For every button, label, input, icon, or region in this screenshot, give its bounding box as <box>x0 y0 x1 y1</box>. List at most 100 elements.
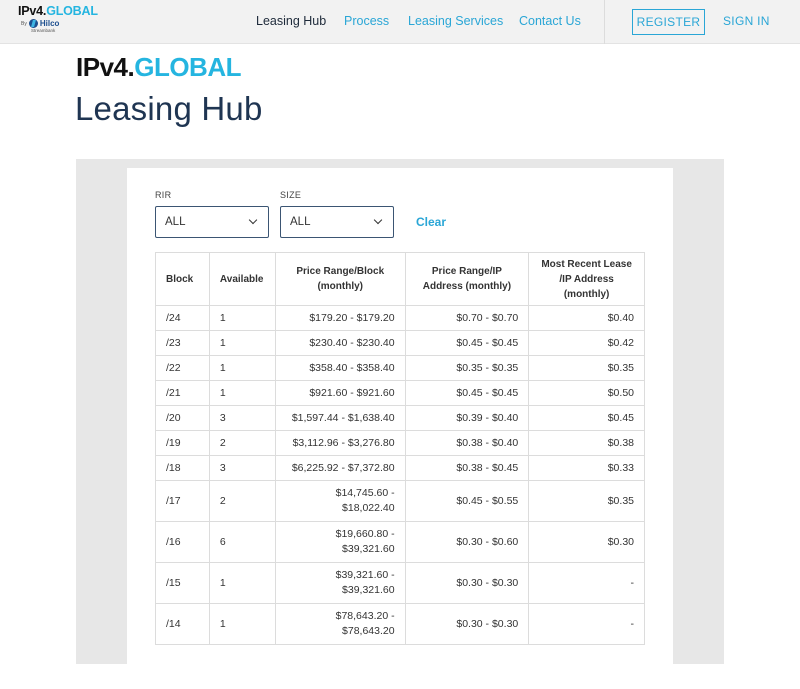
cell-price-range-block: $39,321.60 - $39,321.60 <box>274 562 406 604</box>
table-row[interactable]: /17 2 $14,745.60 - $18,022.40 $0.45 - $0.55 $… <box>155 480 645 522</box>
rir-select-value: ALL <box>165 216 186 228</box>
cell-most-recent-lease: - <box>528 603 645 645</box>
size-select-value: ALL <box>290 216 311 228</box>
cell-price-range-block: $6,225.92 - $7,372.80 <box>274 455 406 481</box>
table-row[interactable]: /20 3 $1,597.44 - $1,638.40 $0.39 - $0.40 $0… <box>155 405 645 431</box>
cell-most-recent-lease: $0.42 <box>528 330 645 356</box>
cell-block: /20 <box>155 405 210 431</box>
clear-filters-link[interactable]: Clear <box>416 215 446 229</box>
price-range-line: $1,597.44 - $1,638.40 <box>291 412 395 424</box>
logo-streambank-text: Streambank <box>31 28 56 33</box>
cell-price-range-ip: $0.30 - $0.60 <box>404 521 530 563</box>
cell-price-range-block: $358.40 - $358.40 <box>274 355 406 381</box>
cell-most-recent-lease: $0.33 <box>528 455 645 481</box>
cell-price-range-block: $1,597.44 - $1,638.40 <box>274 405 406 431</box>
page-title: Leasing Hub <box>75 90 263 127</box>
cell-available: 3 <box>208 405 276 431</box>
cell-available: 1 <box>208 355 276 381</box>
cell-price-range-ip: $0.30 - $0.30 <box>404 603 530 645</box>
price-range-line: $39,321.60 <box>342 584 395 596</box>
column-header-price-range-block[interactable]: Price Range/Block (monthly) <box>274 252 406 306</box>
cell-available: 1 <box>208 380 276 406</box>
brand-title-global: GLOBAL <box>134 52 241 82</box>
cell-price-range-ip: $0.30 - $0.30 <box>404 562 530 604</box>
column-header-price-range-ip[interactable]: Price Range/IP Address (monthly) <box>404 252 530 306</box>
cell-price-range-ip: $0.39 - $0.40 <box>404 405 530 431</box>
cell-price-range-ip: $0.38 - $0.40 <box>404 430 530 456</box>
cell-most-recent-lease: $0.30 <box>528 521 645 563</box>
price-range-line: $19,660.80 - <box>335 528 395 540</box>
column-header-most-recent-lease[interactable]: Most Recent Lease /IP Address (monthly) <box>528 252 645 306</box>
cell-price-range-block: $921.60 - $921.60 <box>274 380 406 406</box>
size-select[interactable]: ALL <box>280 206 394 238</box>
sign-in-link[interactable]: SIGN IN <box>723 14 770 28</box>
column-header-block[interactable]: Block <box>155 252 210 306</box>
price-range-line: $921.60 - $921.60 <box>309 387 395 399</box>
cell-most-recent-lease: $0.38 <box>528 430 645 456</box>
top-navbar: IPv4.GLOBAL By Hilco Streambank Leasing … <box>0 0 800 44</box>
brand-title: IPv4.GLOBAL <box>76 52 241 83</box>
size-filter-label: SIZE <box>280 190 302 200</box>
nav-divider <box>604 0 605 44</box>
cell-block: /23 <box>155 330 210 356</box>
table-row[interactable]: /23 1 $230.40 - $230.40 $0.45 - $0.45 $0.42 <box>155 330 645 356</box>
table-row[interactable]: /15 1 $39,321.60 - $39,321.60 $0.30 - $0.30- <box>155 562 645 604</box>
cell-most-recent-lease: - <box>528 562 645 604</box>
cell-price-range-block: $230.40 - $230.40 <box>274 330 406 356</box>
cell-available: 3 <box>208 455 276 481</box>
table-row[interactable]: /22 1 $358.40 - $358.40 $0.35 - $0.35 $0.35 <box>155 355 645 381</box>
nav-link-leasing-services[interactable]: Leasing Services <box>408 14 503 28</box>
table-body: /24 1 $179.20 - $179.20 $0.70 - $0.70 $0.40/… <box>155 305 645 645</box>
price-range-line: $78,643.20 <box>342 625 395 637</box>
table-row[interactable]: /18 3 $6,225.92 - $7,372.80 $0.38 - $0.45 $0… <box>155 455 645 481</box>
table-row[interactable]: /16 6 $19,660.80 - $39,321.60 $0.30 - $0.60 $… <box>155 521 645 563</box>
price-range-line: $39,321.60 - <box>335 569 395 581</box>
logo-wordmark: IPv4.GLOBAL <box>18 4 104 18</box>
cell-price-range-ip: $0.45 - $0.55 <box>404 480 530 522</box>
nav-link-leasing-hub[interactable]: Leasing Hub <box>256 14 326 28</box>
table-row[interactable]: /14 1 $78,643.20 - $78,643.20 $0.30 - $0.30- <box>155 603 645 645</box>
cell-price-range-ip: $0.70 - $0.70 <box>404 305 530 331</box>
cell-block: /14 <box>155 603 210 645</box>
leasing-hub-table: Block Available Price Range/Block (month… <box>155 252 645 645</box>
cell-price-range-ip: $0.38 - $0.45 <box>404 455 530 481</box>
ipv4-global-logo[interactable]: IPv4.GLOBAL By Hilco Streambank <box>18 4 104 40</box>
cell-block: /18 <box>155 455 210 481</box>
price-range-line: $18,022.40 <box>342 502 395 514</box>
cell-price-range-block: $19,660.80 - $39,321.60 <box>274 521 406 563</box>
table-row[interactable]: /19 2 $3,112.96 - $3,276.80 $0.38 - $0.40 $0… <box>155 430 645 456</box>
nav-link-process[interactable]: Process <box>344 14 389 28</box>
hilco-mark-icon <box>28 19 38 28</box>
cell-available: 1 <box>208 305 276 331</box>
cell-most-recent-lease: $0.35 <box>528 355 645 381</box>
cell-available: 2 <box>208 430 276 456</box>
cell-block: /19 <box>155 430 210 456</box>
price-range-line: $230.40 - $230.40 <box>309 337 395 349</box>
logo-text-global: GLOBAL <box>46 4 98 18</box>
price-range-line: $39,321.60 <box>342 543 395 555</box>
cell-block: /21 <box>155 380 210 406</box>
chevron-down-icon <box>373 215 383 225</box>
cell-most-recent-lease: $0.40 <box>528 305 645 331</box>
table-header-row: Block Available Price Range/Block (month… <box>155 252 645 306</box>
cell-most-recent-lease: $0.50 <box>528 380 645 406</box>
price-range-line: $3,112.96 - $3,276.80 <box>292 437 395 449</box>
rir-filter-label: RIR <box>155 190 172 200</box>
table-row[interactable]: /21 1 $921.60 - $921.60 $0.45 - $0.45 $0.50 <box>155 380 645 406</box>
price-range-line: $14,745.60 - <box>335 487 395 499</box>
cell-most-recent-lease: $0.35 <box>528 480 645 522</box>
nav-link-contact-us[interactable]: Contact Us <box>519 14 581 28</box>
rir-select[interactable]: ALL <box>155 206 269 238</box>
price-range-line: $358.40 - $358.40 <box>309 362 395 374</box>
cell-price-range-block: $3,112.96 - $3,276.80 <box>274 430 406 456</box>
chevron-down-icon <box>248 215 258 225</box>
table-row[interactable]: /24 1 $179.20 - $179.20 $0.70 - $0.70 $0.40 <box>155 305 645 331</box>
brand-title-ipv4: IPv4. <box>76 52 135 82</box>
cell-available: 1 <box>208 330 276 356</box>
cell-price-range-ip: $0.45 - $0.45 <box>404 380 530 406</box>
register-button[interactable]: REGISTER <box>632 9 705 35</box>
column-header-available[interactable]: Available <box>208 252 276 306</box>
cell-available: 1 <box>208 562 276 604</box>
cell-price-range-block: $179.20 - $179.20 <box>274 305 406 331</box>
cell-most-recent-lease: $0.45 <box>528 405 645 431</box>
